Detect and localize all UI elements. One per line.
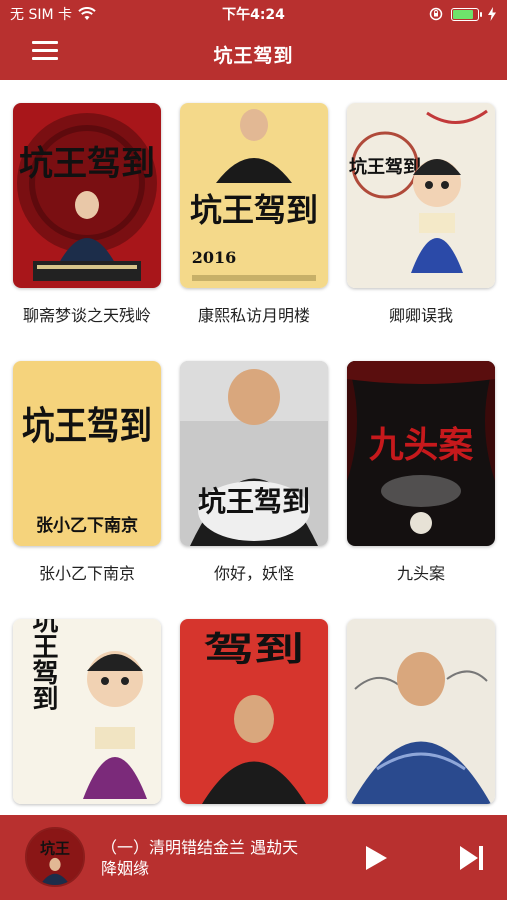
cover-text: 九头案 bbox=[369, 424, 474, 466]
album-cover[interactable]: 坑王驾到 bbox=[347, 103, 495, 288]
album-card[interactable]: 坑王驾到 卿卿误我 bbox=[347, 103, 495, 361]
now-playing-bar[interactable]: 坑王 （一）清明错结金兰 遇劫天降姻缘 bbox=[0, 815, 507, 900]
skip-next-icon[interactable] bbox=[458, 844, 486, 872]
cover-text: 驾到 bbox=[204, 630, 304, 670]
album-grid: 坑王驾到 聊斋梦谈之天残岭 坑王驾到 2016 康熙私访月明楼 坑王驾到 卿卿误… bbox=[0, 80, 507, 815]
album-title: 你好，妖怪 bbox=[213, 564, 294, 583]
cover-art-cartoon-vertical: 坑王驾到 bbox=[13, 619, 161, 804]
album-title: 九头案 bbox=[396, 564, 445, 583]
album-card[interactable] bbox=[347, 619, 495, 815]
cover-art-dark-curtain: 九头案 bbox=[347, 361, 495, 546]
cover-text: 坑王驾到 bbox=[198, 485, 310, 518]
album-card[interactable]: 坑王驾到 你好，妖怪 bbox=[180, 361, 328, 619]
album-title: 卿卿误我 bbox=[388, 306, 453, 325]
album-cover[interactable]: 九头案 bbox=[347, 361, 495, 546]
album-cover[interactable]: 坑王驾到 bbox=[13, 103, 161, 288]
cover-art-yellow-2016: 坑王驾到 2016 bbox=[180, 103, 328, 288]
cover-art-grey-portrait: 坑王驾到 bbox=[180, 361, 328, 546]
album-title: 张小乙下南京 bbox=[38, 564, 135, 583]
cover-art-blue-robe bbox=[347, 619, 495, 804]
cover-year: 2016 bbox=[192, 248, 237, 267]
wifi-icon bbox=[78, 7, 96, 20]
cover-subtitle: 张小乙下南京 bbox=[36, 515, 138, 536]
cover-art-red-logo: 坑王驾到 bbox=[13, 103, 161, 288]
status-right bbox=[429, 7, 497, 21]
album-card[interactable]: 坑王驾到 bbox=[13, 619, 161, 815]
orientation-lock-icon bbox=[429, 7, 443, 21]
album-card[interactable]: 驾到 bbox=[180, 619, 328, 815]
album-title: 康熙私访月明楼 bbox=[197, 306, 310, 325]
cover-text: 坑王驾到 bbox=[28, 619, 58, 711]
album-cover[interactable]: 驾到 bbox=[180, 619, 328, 804]
hamburger-menu-icon[interactable] bbox=[32, 41, 58, 63]
album-cover[interactable]: 坑王驾到 张小乙下南京 bbox=[13, 361, 161, 546]
carrier-label: 无 SIM 卡 bbox=[10, 7, 72, 23]
nav-bar: 坑王驾到 bbox=[0, 28, 507, 80]
status-bar: 无 SIM 卡 下午4:24 bbox=[0, 0, 507, 28]
battery-indicator bbox=[451, 7, 482, 21]
cover-text: 坑王驾到 bbox=[349, 156, 421, 178]
cover-text: 坑王驾到 bbox=[190, 191, 318, 229]
album-cover[interactable] bbox=[347, 619, 495, 804]
album-title: 聊斋梦谈之天残岭 bbox=[22, 306, 151, 325]
cover-art-red-portrait: 驾到 bbox=[180, 619, 328, 804]
album-card[interactable]: 坑王驾到 张小乙下南京 张小乙下南京 bbox=[13, 361, 161, 619]
album-cover[interactable]: 坑王驾到 2016 bbox=[180, 103, 328, 288]
artwork-text: 坑王 bbox=[40, 839, 70, 857]
album-cover[interactable]: 坑王驾到 bbox=[180, 361, 328, 546]
album-card[interactable]: 坑王驾到 2016 康熙私访月明楼 bbox=[180, 103, 328, 361]
now-playing-artwork[interactable]: 坑王 bbox=[25, 827, 85, 887]
status-left: 无 SIM 卡 bbox=[10, 4, 96, 24]
charging-bolt-icon bbox=[488, 7, 496, 21]
album-card[interactable]: 九头案 九头案 bbox=[347, 361, 495, 619]
play-icon[interactable] bbox=[363, 844, 389, 872]
now-playing-title: （一）清明错结金兰 遇劫天降姻缘 bbox=[101, 838, 299, 878]
battery-level bbox=[453, 9, 474, 19]
album-card[interactable]: 坑王驾到 聊斋梦谈之天残岭 bbox=[13, 103, 161, 361]
page-title: 坑王驾到 bbox=[213, 44, 294, 67]
cover-art-calligraphy: 坑王驾到 张小乙下南京 bbox=[13, 361, 161, 546]
cover-text: 坑王驾到 bbox=[19, 144, 155, 184]
cover-art-cartoon: 坑王驾到 bbox=[347, 103, 495, 288]
album-cover[interactable]: 坑王驾到 bbox=[13, 619, 161, 804]
cover-text: 坑王驾到 bbox=[22, 403, 152, 448]
